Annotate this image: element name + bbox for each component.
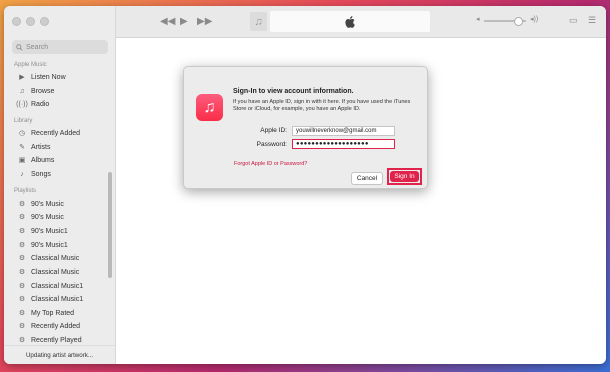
playlist-label: Classical Music1 (31, 282, 84, 290)
volume-low-icon: ◂ (476, 16, 480, 23)
playlist-label: Classical Music (31, 268, 80, 276)
playlist-item[interactable]: ⚙ Classical Music (18, 266, 79, 278)
play-icon[interactable]: ▶ (180, 16, 188, 27)
volume-high-icon: ◂)) (530, 16, 539, 23)
toolbar: ◀◀ ▶ ▶▶ ♫ ◂ ◂)) ▭ ☰ (116, 6, 606, 38)
gear-icon: ⚙ (18, 310, 26, 317)
playlist-item[interactable]: ⚙ 90's Music (18, 211, 64, 223)
playlist-item[interactable]: ⚙ Classical Music1 (18, 280, 83, 292)
sidebar-item-label: Artists (31, 143, 51, 151)
sidebar-item-recently-added[interactable]: ◷ Recently Added (18, 127, 80, 139)
radio-waves-icon: ((·)) (16, 100, 28, 108)
sidebar-item-browse[interactable]: ♫ Browse (18, 85, 54, 97)
music-note-icon: ♪ (20, 170, 24, 178)
sidebar-item-songs[interactable]: ♪ Songs (18, 168, 51, 180)
playlist-item[interactable]: ⚙ Recently Added (18, 320, 80, 332)
music-note-icon: ♫ (19, 87, 25, 95)
gear-icon: ⚙ (18, 269, 26, 276)
playlist-label: Recently Added (31, 322, 81, 330)
playlist-label: 90's Music1 (31, 227, 68, 235)
lyrics-icon[interactable]: ▭ (569, 15, 578, 26)
password-field[interactable]: ●●●●●●●●●●●●●●●●●●● (292, 139, 395, 149)
sidebar-item-albums[interactable]: ▣ Albums (18, 154, 55, 166)
cancel-button[interactable]: Cancel (351, 172, 383, 185)
dialog-description: If you have an Apple ID, sign in with it… (233, 99, 411, 113)
volume-slider[interactable] (484, 17, 526, 26)
sidebar-item-label: Listen Now (31, 73, 66, 81)
playlist-item[interactable]: ⚙ Classical Music (18, 252, 79, 264)
sidebar-item-label: Albums (31, 156, 55, 164)
playlist-label: Classical Music (31, 254, 80, 262)
gear-icon: ⚙ (18, 323, 26, 330)
volume-knob[interactable] (514, 17, 523, 26)
sidebar-item-artists[interactable]: ✎ Artists (18, 141, 50, 153)
playlist-label: 90's Music (31, 200, 64, 208)
search-input[interactable]: Search (12, 40, 108, 54)
forgot-password-link[interactable]: Forgot Apple ID or Password? (234, 161, 307, 167)
playlist-item[interactable]: ⚙ My Top Rated (18, 307, 74, 319)
gear-icon: ⚙ (18, 242, 26, 249)
playlist-item[interactable]: ⚙ Classical Music1 (18, 293, 83, 305)
sidebar-item-label: Browse (31, 87, 55, 95)
search-placeholder: Search (26, 43, 49, 51)
music-note-icon: ♫ (254, 15, 263, 28)
music-app-icon: ♫ (196, 94, 223, 121)
fast-forward-icon[interactable]: ▶▶ (197, 16, 212, 27)
section-header-playlists: Playlists (14, 188, 37, 194)
section-header-library: Library (14, 118, 33, 124)
zoom-window-button[interactable] (40, 17, 49, 26)
sidebar: Search Apple Music ▶︎ Listen Now ♫ Brows… (4, 6, 116, 364)
sidebar-scrollbar[interactable] (108, 172, 112, 278)
close-window-button[interactable] (12, 17, 21, 26)
minimize-window-button[interactable] (26, 17, 35, 26)
playlist-label: Recently Played (31, 336, 82, 344)
sidebar-item-label: Recently Added (31, 129, 81, 137)
sidebar-item-label: Radio (31, 100, 50, 108)
playlist-item[interactable]: ⚙ 90's Music1 (18, 225, 68, 237)
gear-icon: ⚙ (18, 296, 26, 303)
clock-icon: ◷ (18, 130, 26, 137)
apple-logo-icon (345, 15, 355, 28)
playlist-item[interactable]: ⚙ 90's Music1 (18, 239, 68, 251)
status-text: Updating artist artwork... (4, 345, 115, 364)
playlist-label: Classical Music1 (31, 295, 84, 303)
play-circle-icon: ▶︎ (19, 74, 25, 81)
search-icon (16, 43, 23, 51)
sign-in-dialog: ♫ Sign-In to view account information. I… (183, 66, 428, 189)
playlist-label: My Top Rated (31, 309, 75, 317)
apple-id-field[interactable]: youwillneverknow@gmail.com (292, 126, 395, 136)
now-playing-display (270, 11, 430, 32)
playlist-label: 90's Music (31, 213, 64, 221)
apple-id-label: Apple ID: (260, 127, 287, 134)
artwork-placeholder: ♫ (250, 12, 267, 31)
music-window: Search Apple Music ▶︎ Listen Now ♫ Brows… (4, 6, 606, 364)
gear-icon: ⚙ (18, 201, 26, 208)
album-icon: ▣ (18, 157, 26, 164)
gear-icon: ⚙ (18, 255, 26, 262)
sidebar-item-listen-now[interactable]: ▶︎ Listen Now (18, 71, 66, 83)
gear-icon: ⚙ (18, 283, 26, 290)
playlist-item[interactable]: ⚙ 90's Music (18, 198, 64, 210)
gear-icon: ⚙ (18, 214, 26, 221)
gear-icon: ⚙ (18, 228, 26, 235)
dialog-title: Sign-In to view account information. (233, 88, 354, 95)
sign-in-button[interactable]: Sign In (390, 171, 419, 182)
queue-list-icon[interactable]: ☰ (588, 15, 596, 26)
sidebar-item-label: Songs (31, 170, 51, 178)
window-controls (12, 17, 49, 26)
microphone-icon: ✎ (19, 144, 25, 151)
password-label: Password: (256, 141, 287, 148)
sidebar-item-radio[interactable]: ((·)) Radio (16, 98, 50, 110)
gear-icon: ⚙ (18, 337, 26, 344)
playlist-label: 90's Music1 (31, 241, 68, 249)
rewind-icon[interactable]: ◀◀ (160, 16, 175, 27)
section-header-apple-music: Apple Music (14, 62, 47, 68)
